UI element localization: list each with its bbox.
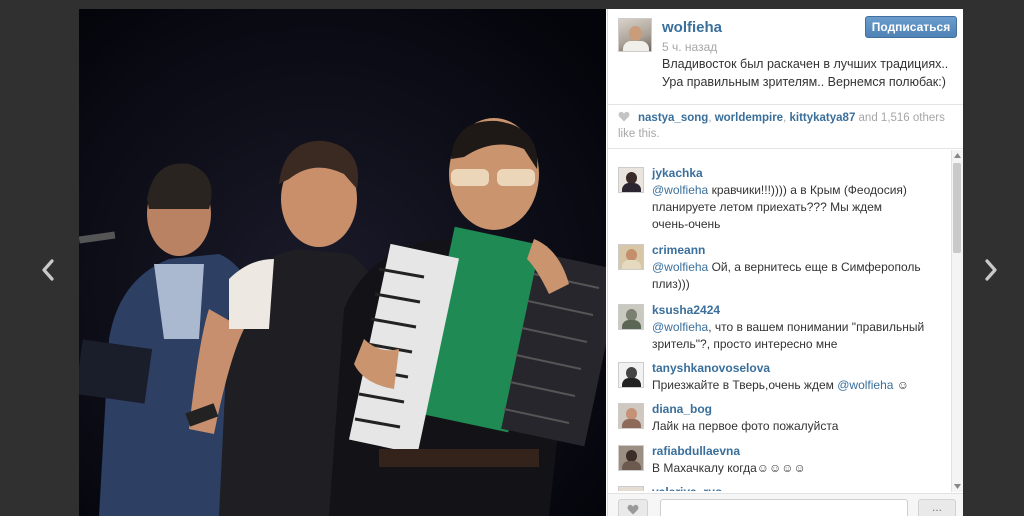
follow-button[interactable]: Подписаться xyxy=(865,16,957,38)
scrollbar-thumb[interactable] xyxy=(953,163,961,253)
post-timestamp: 5 ч. назад xyxy=(662,40,718,54)
scroll-down-button[interactable] xyxy=(952,481,963,492)
commenter-username[interactable]: crimeann xyxy=(652,243,705,257)
commenter-username[interactable]: ksusha2424 xyxy=(652,303,720,317)
liker-link[interactable]: nastya_song xyxy=(638,112,708,124)
commenter-avatar[interactable] xyxy=(618,486,644,491)
likes-summary: nastya_song, worldempire, kittykatya87 a… xyxy=(618,111,958,142)
commenter-username[interactable]: diana_bog xyxy=(652,402,712,416)
prev-photo-arrow[interactable] xyxy=(36,252,60,288)
post-caption: Владивосток был раскачен в лучших традиц… xyxy=(662,55,954,91)
commenter-username[interactable]: tanyshkanovoselova xyxy=(652,361,770,375)
triangle-up-icon xyxy=(954,153,961,158)
comment-text: Приезжайте в Тверь,очень ждем @wolfieha … xyxy=(652,377,948,394)
comment-line: кравчики!!!)))) а в Крым (Феодосия) xyxy=(711,183,907,197)
commenter-avatar[interactable] xyxy=(618,362,644,388)
chevron-left-icon xyxy=(42,259,54,281)
comment-text: @wolfieha кравчики!!!)))) а в Крым (Феод… xyxy=(652,182,948,233)
avatar-body xyxy=(622,419,641,428)
comment-text: @wolfieha Ой, а вернитесь еще в Симфероп… xyxy=(652,259,948,293)
post-sidebar: wolfieha 5 ч. назад Владивосток был раск… xyxy=(607,9,963,516)
scroll-up-button[interactable] xyxy=(952,150,963,161)
avatar-face xyxy=(629,26,642,41)
commenter-username[interactable]: valeriya_rus xyxy=(652,485,722,491)
mention-link[interactable]: @wolfieha xyxy=(652,260,708,274)
divider xyxy=(608,104,963,105)
next-photo-arrow[interactable] xyxy=(979,252,1003,288)
comment-text: Лайк на первое фото пожалуйста xyxy=(652,418,948,435)
comments-scrollbar[interactable] xyxy=(951,150,963,492)
comment-text: В Махачкалу когда☺☺☺☺ xyxy=(652,460,948,477)
comment-input[interactable] xyxy=(660,499,908,516)
comment-line: зритель"?, просто интересно мне xyxy=(652,337,838,351)
commenter-username[interactable]: rafiabdullaevna xyxy=(652,444,740,458)
mention-link[interactable]: @wolfieha xyxy=(652,183,708,197)
mention-link[interactable]: @wolfieha xyxy=(652,320,708,334)
comment-line: Ой, а вернитесь еще в Симферополь xyxy=(711,260,921,274)
caption-line: Владивосток был раскачен в лучших традиц… xyxy=(662,57,949,71)
author-username[interactable]: wolfieha xyxy=(662,19,722,36)
like-button[interactable] xyxy=(618,499,648,516)
avatar-body xyxy=(622,183,641,192)
heart-icon xyxy=(627,504,639,514)
avatar-shirt xyxy=(623,41,649,51)
more-options-button[interactable]: ... xyxy=(918,499,956,516)
commenter-avatar[interactable] xyxy=(618,244,644,270)
commenter-avatar[interactable] xyxy=(618,304,644,330)
comment-line: , что в вашем понимании "правильный xyxy=(708,320,925,334)
comment-bar: ... xyxy=(608,493,963,516)
post-photo[interactable] xyxy=(79,9,606,516)
photo-modal: wolfieha 5 ч. назад Владивосток был раск… xyxy=(79,9,963,516)
commenter-avatar[interactable] xyxy=(618,167,644,193)
smile-emoji-icon: ☺ xyxy=(896,378,910,392)
commenter-avatar[interactable] xyxy=(618,403,644,429)
avatar-body xyxy=(622,260,641,269)
comment-line: планируете летом приехать??? Мы ждем xyxy=(652,200,883,214)
comment-text: @wolfieha, что в вашем понимании "правил… xyxy=(652,319,948,353)
avatar-body xyxy=(622,378,641,387)
comment-line: Лайк на первое фото пожалуйста xyxy=(652,419,839,433)
comments-list: jykachka @wolfieha кравчики!!!)))) а в К… xyxy=(608,149,950,491)
chevron-right-icon xyxy=(985,259,997,281)
heart-icon xyxy=(618,111,632,127)
mention-link[interactable]: @wolfieha xyxy=(837,378,893,392)
liker-link[interactable]: kittykatya87 xyxy=(789,112,855,124)
caption-line: Ура правильным зрителям.. Вернемся полюб… xyxy=(662,75,946,89)
avatar-body xyxy=(622,320,641,329)
liker-link[interactable]: worldempire xyxy=(715,112,783,124)
likes-count: 1,516 xyxy=(880,112,910,124)
triangle-down-icon xyxy=(954,484,961,489)
comment-line: Приезжайте в Тверь,очень ждем xyxy=(652,378,838,392)
concert-photo-image xyxy=(79,9,606,516)
comment-line: плиз))) xyxy=(652,277,690,291)
comment-line: В Махачкалу когда☺☺☺☺ xyxy=(652,461,806,475)
comment-line: очень-очень xyxy=(652,217,721,231)
likes-and-text: and xyxy=(855,112,881,124)
commenter-avatar[interactable] xyxy=(618,445,644,471)
avatar-body xyxy=(622,461,641,470)
author-avatar[interactable] xyxy=(618,18,652,52)
commenter-username[interactable]: jykachka xyxy=(652,166,703,180)
